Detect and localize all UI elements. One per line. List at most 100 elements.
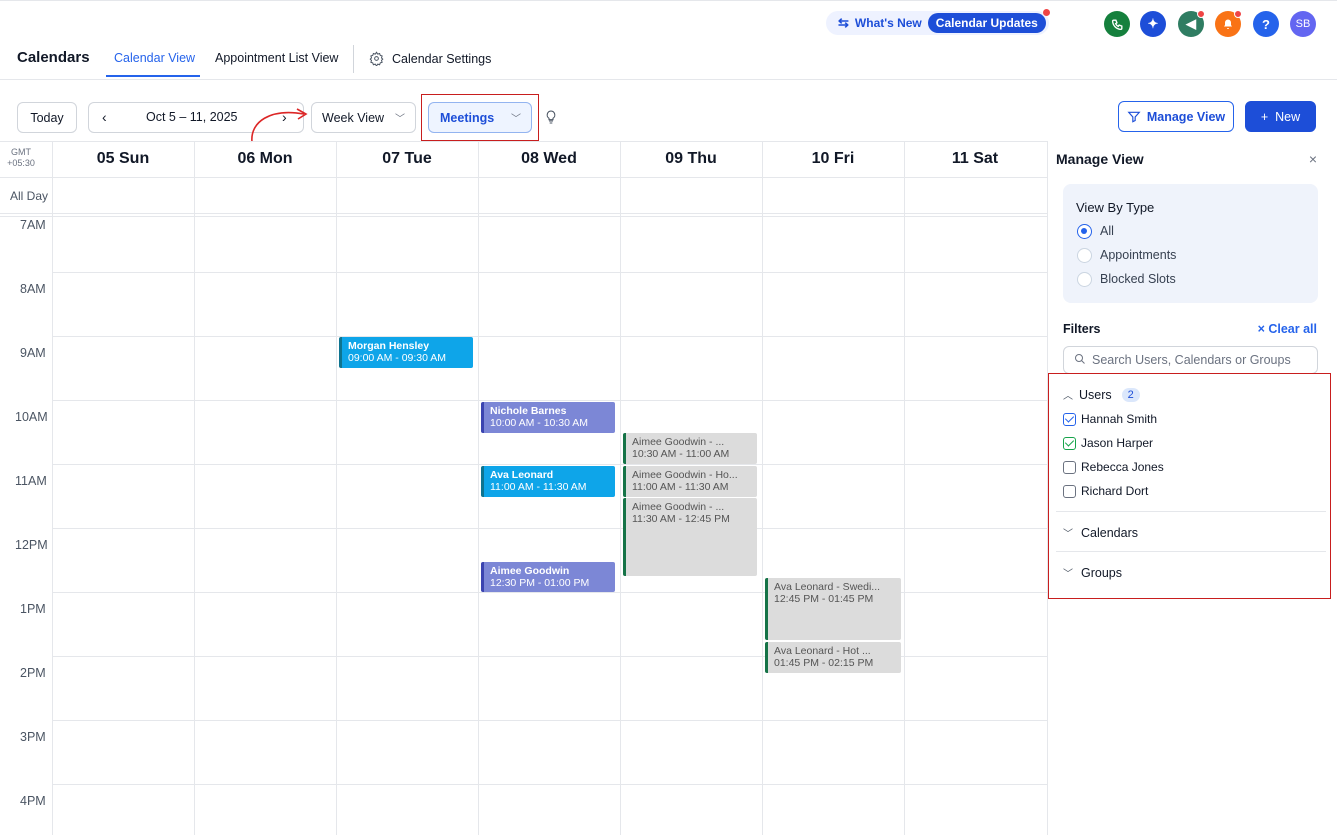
day-header-tue[interactable]: 07 Tue [336,141,478,177]
today-label: Today [30,110,64,125]
grid-line [336,141,337,835]
radio-blocked-slots[interactable] [1077,272,1092,287]
day-header-fri[interactable]: 10 Fri [762,141,904,177]
calendars-section-toggle[interactable]: ﹀ Calendars [1063,525,1138,541]
event-time: 12:45 PM - 01:45 PM [774,593,874,605]
whats-new-icon: ⇆ [838,15,849,30]
event-card[interactable]: Ava Leonard 11:00 AM - 11:30 AM [481,466,615,497]
prev-week-button[interactable]: ‹ [102,109,107,125]
hour-label: 2PM [20,666,46,680]
grid-line [904,141,905,835]
grid-line [620,141,621,835]
active-tab-indicator [106,75,200,77]
calendar-updates-badge[interactable]: Calendar Updates [927,9,1050,33]
calendar-updates-label: Calendar Updates [935,16,1038,30]
calendar-settings-label: Calendar Settings [392,51,492,66]
tab-appointment-list-view[interactable]: Appointment List View [215,51,338,65]
clear-all-link[interactable]: × Clear all [1258,322,1317,336]
sparkle-icon[interactable]: ✦ [1140,11,1166,37]
event-card[interactable]: Ava Leonard - Swedi... 12:45 PM - 01:45 P… [765,578,901,640]
user-checkbox-hannah[interactable] [1063,413,1076,426]
event-card[interactable]: Ava Leonard - Hot ... 01:45 PM - 02:15 PM [765,642,901,673]
date-range-label[interactable]: Oct 5 – 11, 2025 [146,110,238,124]
user-name[interactable]: Jason Harper [1081,436,1153,450]
radio-blocked-slots-label[interactable]: Blocked Slots [1100,272,1176,286]
user-checkbox-jason[interactable] [1063,437,1076,450]
meetings-filter-dropdown[interactable]: Meetings ﹀ [428,102,532,133]
manage-view-label: Manage View [1146,109,1226,124]
megaphone-badge [1197,10,1205,18]
new-label: + New [1260,109,1301,124]
help-icon[interactable]: ? [1253,11,1279,37]
event-time: 12:30 PM - 01:00 PM [490,577,590,589]
event-card[interactable]: Nichole Barnes 10:00 AM - 10:30 AM [481,402,615,433]
search-placeholder: Search Users, Calendars or Groups [1092,353,1291,367]
avatar[interactable]: SB [1290,11,1316,37]
hour-label: 11AM [15,474,47,488]
top-bar: ⇆ What's New Calendar Updates ✦ ◀ ? SB [0,0,1337,42]
chevron-up-icon: ︿ [1063,391,1073,402]
user-name[interactable]: Hannah Smith [1081,412,1157,426]
users-section-toggle[interactable]: ︿ Users 2 [1063,387,1140,402]
manage-view-panel: Manage View × View By Type All Appointme… [1047,141,1337,835]
filter-icon [1127,111,1141,123]
event-title: Aimee Goodwin - Ho... [632,469,738,481]
event-time: 11:30 AM - 12:45 PM [632,513,730,525]
filter-search-input[interactable]: Search Users, Calendars or Groups [1063,346,1318,374]
today-button[interactable]: Today [17,102,77,133]
user-name[interactable]: Richard Dort [1081,484,1148,498]
day-header-mon[interactable]: 06 Mon [194,141,336,177]
tab-divider [353,45,354,73]
event-title: Ava Leonard [490,469,554,481]
event-title: Aimee Goodwin - ... [632,501,725,513]
event-card[interactable]: Aimee Goodwin - Ho... 11:00 AM - 11:30 AM [623,466,757,497]
tab-calendar-settings[interactable]: Calendar Settings [369,51,491,66]
day-header-thu[interactable]: 09 Thu [620,141,762,177]
user-name[interactable]: Rebecca Jones [1081,460,1164,474]
radio-appointments-label[interactable]: Appointments [1100,248,1176,262]
meetings-label: Meetings [440,110,495,125]
event-card[interactable]: Morgan Hensley 09:00 AM - 09:30 AM [339,337,473,368]
event-time: 01:45 PM - 02:15 PM [774,657,874,669]
view-by-type-box: View By Type All Appointments Blocked Sl… [1063,184,1318,303]
lightbulb-icon[interactable] [543,108,559,131]
radio-appointments[interactable] [1077,248,1092,263]
grid-line [478,141,479,835]
manage-view-button[interactable]: Manage View [1118,101,1234,132]
day-header-sun[interactable]: 05 Sun [52,141,194,177]
event-title: Nichole Barnes [490,405,567,417]
day-header-sat[interactable]: 11 Sat [904,141,1046,177]
phone-icon[interactable] [1104,11,1130,37]
day-header-wed[interactable]: 08 Wed [478,141,620,177]
grid-line [0,213,1047,214]
event-card[interactable]: Aimee Goodwin - ... 11:30 AM - 12:45 PM [623,498,757,576]
radio-all[interactable] [1077,224,1092,239]
user-checkbox-richard[interactable] [1063,485,1076,498]
megaphone-icon[interactable]: ◀ [1178,10,1205,37]
users-count-badge: 2 [1121,387,1140,402]
event-title: Ava Leonard - Swedi... [774,581,881,593]
new-button[interactable]: + New [1245,101,1316,132]
week-view-dropdown[interactable]: Week View ﹀ [311,102,416,133]
view-by-type-title: View By Type [1076,200,1155,215]
groups-section-toggle[interactable]: ﹀ Groups [1063,565,1122,581]
section-divider [1056,551,1326,552]
event-card[interactable]: Aimee Goodwin - ... 10:30 AM - 11:00 AM [623,433,757,464]
event-card[interactable]: Aimee Goodwin 12:30 PM - 01:00 PM [481,562,615,592]
event-time: 11:00 AM - 11:30 AM [490,481,587,493]
hour-label: 4PM [20,794,46,808]
hour-label: 12PM [15,538,48,552]
gear-icon [369,51,384,66]
hour-label: 7AM [20,218,46,232]
radio-all-label[interactable]: All [1100,224,1114,238]
chevron-down-icon: ﹀ [511,114,521,125]
grid-line [52,336,1047,337]
user-checkbox-rebecca[interactable] [1063,461,1076,474]
tab-calendar-view[interactable]: Calendar View [114,51,195,65]
bell-icon[interactable] [1215,10,1242,37]
all-day-label: All Day [10,189,49,203]
close-icon[interactable]: × [1309,151,1317,167]
whats-new-banner[interactable]: ⇆ What's New Calendar Updates [826,9,1050,35]
event-title: Morgan Hensley [348,340,430,352]
grid-line [52,528,1047,529]
